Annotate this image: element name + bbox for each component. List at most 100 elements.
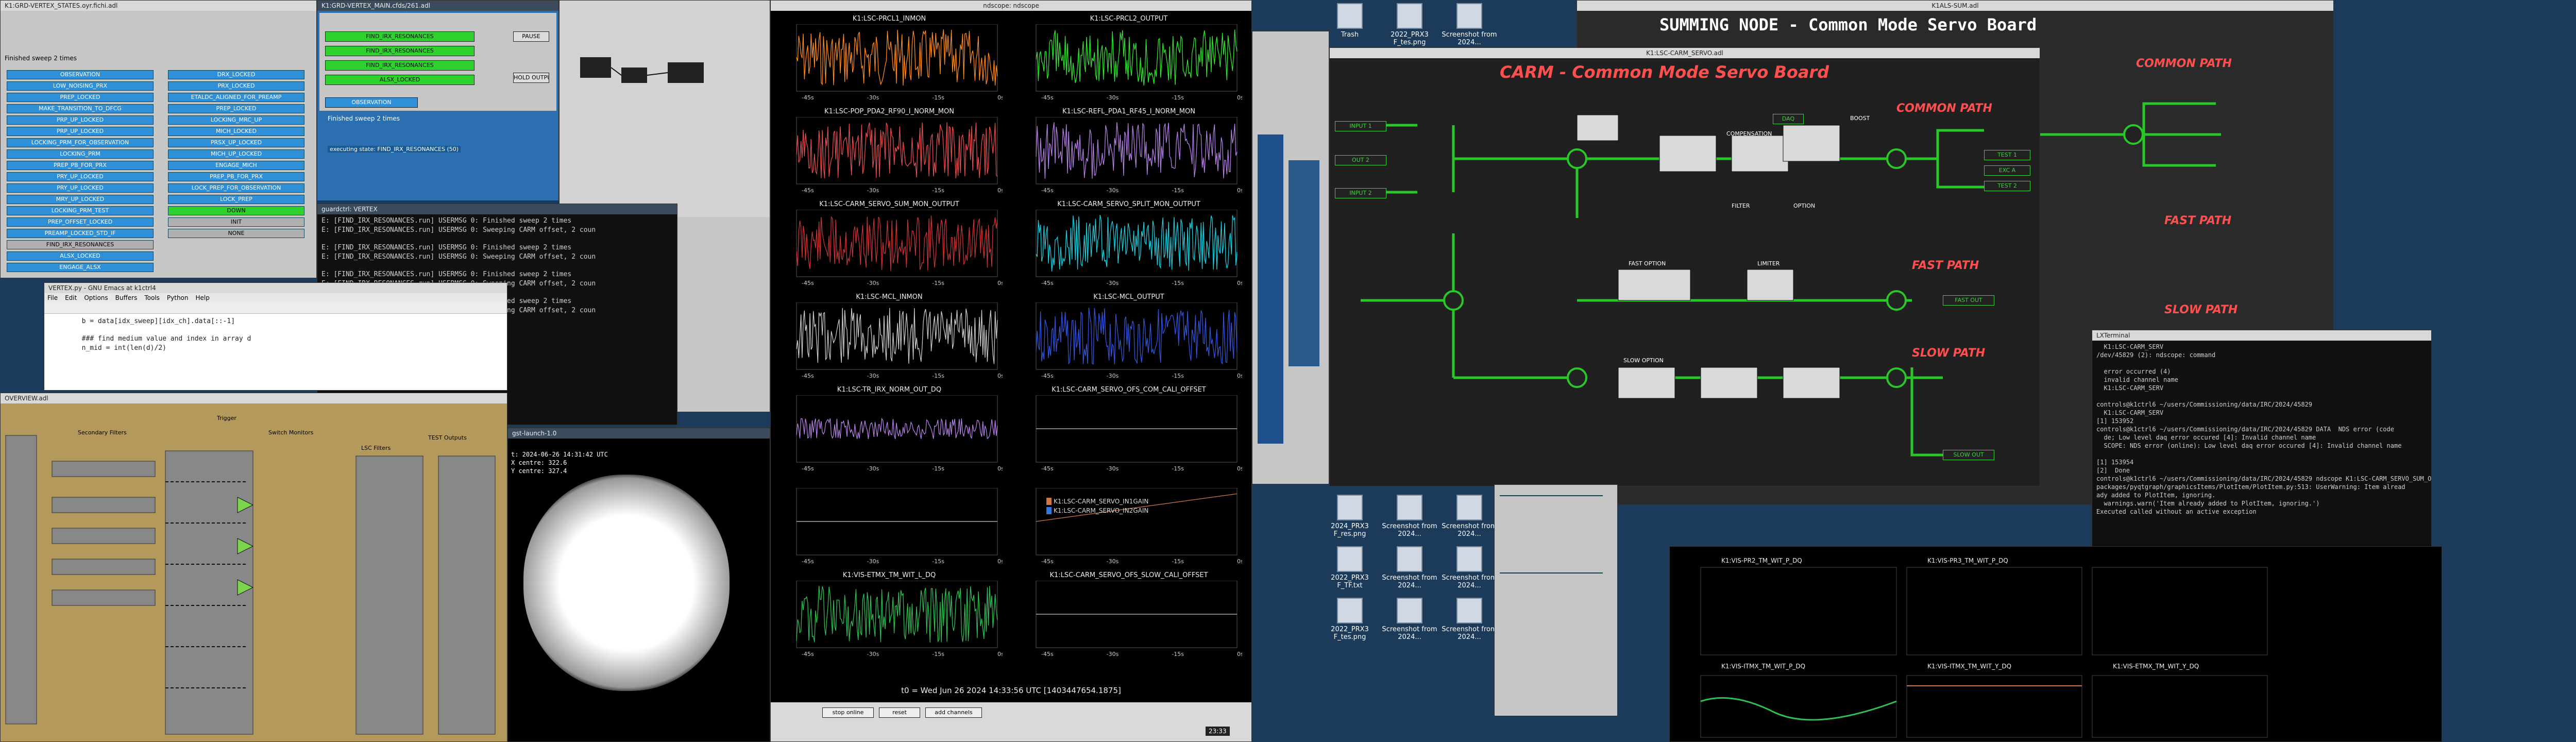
state-list-item[interactable]: PRY_UP_LOCKED [7,172,154,181]
state-list-item[interactable]: MICH_LOCKED [168,127,304,136]
scope-plot[interactable]: -45s -30s -15s 0s [776,479,1003,566]
add-channels-button[interactable]: add channels [925,707,982,718]
state-list-item[interactable]: PREP_PB_FOR_PRX [7,161,154,170]
out-2-button[interactable]: OUT 2 [1335,155,1386,165]
scope-plot[interactable]: -45s -30s -15s 0s [1015,479,1242,566]
scope-plot[interactable]: K1:LSC-CARM_SERVO_OFS_COM_CALI_OFFSET -45… [1015,386,1242,474]
plot-title: K1:LSC-MCL_INMON [856,293,923,301]
state-list-item[interactable]: NONE [168,229,304,238]
block-label: COMPENSATION [1726,130,1772,137]
menu-item[interactable]: Edit [65,294,77,301]
file-icon[interactable]: 2022_PRX3 F_tes.png [1379,3,1440,46]
file-icon[interactable]: Screenshot from 2024... [1379,546,1440,589]
scope-plot[interactable]: K1:LSC-TR_IRX_NORM_OUT_DQ -45s -30s -15s 0s [776,386,1003,474]
state-list-item[interactable]: PREP_OFFSET_LOCKED [7,217,154,227]
window-title: K1:GRD-VERTEX_MAIN.cfds/261.adl [317,1,558,11]
state-list-item[interactable]: LOCKING_PRM [7,149,154,159]
state-list-item[interactable]: MAKE_TRANSITION_TO_DFCG [7,104,154,113]
state-list-item[interactable]: MICH_UP_LOCKED [168,149,304,159]
state-button[interactable]: FIND_IRX_RESONANCES [325,46,474,56]
x-tick-label: 0s [997,558,1003,565]
input-2-button[interactable]: INPUT 2 [1335,188,1386,198]
menu-item[interactable]: Buffers [115,294,138,301]
plot-grid: K1:LSC-PRCL1_INMON-45s-30s-15s0sK1:LSC-P… [771,12,1251,682]
terminal-line: [2] Done [2096,467,2130,474]
state-list-item[interactable]: DOWN [168,206,304,215]
state-list-item[interactable]: LOCKING_MRC_UP [168,115,304,125]
file-icon[interactable]: 2024_PRX3 F_res.png [1319,495,1381,538]
vis-ndscope-window: K1:VIS-PR2_TM_WIT_P_DQ K1:VIS-PR3_TM_WIT… [1669,546,2442,742]
stop-online-button[interactable]: stop online [822,707,874,718]
pause-button[interactable]: PAUSE [513,31,549,42]
camera-info: X centre: 322.6 [511,459,567,466]
file-icon[interactable]: 2022_PRX3 F_TF.txt [1319,546,1381,589]
state-list-item[interactable]: ENGAGE_MICH [168,161,304,170]
scope-plot[interactable]: K1:LSC-MCL_OUTPUT -45s -30s -15s 0s [1015,293,1242,381]
state-list-item[interactable]: PREP_LOCKED [7,93,154,102]
state-list-item[interactable]: PRP_UP_LOCKED [7,115,154,125]
x-tick-label: -45s [802,187,814,194]
scope-plot[interactable]: K1:LSC-CARM_SERVO_OFS_SLOW_CALI_OFFSET -4… [1015,571,1242,659]
daq-button[interactable]: DAQ [1773,114,1804,124]
test-1-button[interactable]: TEST 1 [1984,150,2030,160]
fast-out-button[interactable]: FAST OUT [1943,295,1994,306]
input-1-button[interactable]: INPUT 1 [1335,121,1386,131]
file-icon[interactable]: Screenshot from 2024... [1438,598,1500,641]
menu-item[interactable]: File [47,294,58,301]
state-list-item[interactable]: FIND_IRX_RESONANCES [7,240,154,249]
state-list-item[interactable]: PREP_LOCKED [168,104,304,113]
state-list-item[interactable]: INIT [168,217,304,227]
state-list-item[interactable]: PREAMP_LOCKED_STD_IF [7,229,154,238]
plot-title: K1:LSC-TR_IRX_NORM_OUT_DQ [837,386,942,394]
file-icon[interactable]: Screenshot from 2024... [1379,598,1440,641]
scope-plot[interactable]: K1:LSC-CARM_SERVO_SPLIT_MON_OUTPUT -45s -3… [1015,200,1242,288]
menu-item[interactable]: Options [84,294,108,301]
state-list-item[interactable]: MRY_UP_LOCKED [7,195,154,204]
state-button[interactable]: FIND_IRX_RESONANCES [325,60,474,71]
state-list-item[interactable]: PRY_UP_LOCKED [7,183,154,193]
t0-label: t0 = Wed Jun 26 2024 14:33:56 UTC [14034… [901,686,1121,695]
file-icon[interactable]: 2022_PRX3 F_tes.png [1319,598,1381,641]
state-button[interactable]: ALSX_LOCKED [325,75,474,85]
hold-output-button[interactable]: HOLD OUTPUT [513,73,549,83]
state-list-item[interactable]: PRSX_UP_LOCKED [168,138,304,147]
state-list-item[interactable]: OBSERVATION [7,70,154,79]
menu-item[interactable]: Tools [144,294,160,301]
file-icon[interactable]: Screenshot from 2024... [1438,3,1500,46]
reset-button[interactable]: reset [879,707,920,718]
state-list-item[interactable]: ETALDC_ALIGNED_FOR_PREAMP [168,93,304,102]
state-list-item[interactable]: LOCKING_PRM_FOR_OBSERVATION [7,138,154,147]
state-list-item[interactable]: LOW_NOISING_PRX [7,81,154,91]
slow-out-button[interactable]: SLOW OUT [1943,450,1994,460]
scope-plot[interactable]: K1:LSC-REFL_PDA1_RF45_I_NORM_MON -45s -30s… [1015,108,1242,195]
menu-item[interactable]: Python [167,294,189,301]
file-icon[interactable]: Screenshot from 2024... [1438,495,1500,538]
scope-plot[interactable]: K1:VIS-ETMX_TM_WIT_L_DQ -45s -30s -15s 0s [776,571,1003,659]
scope-plot[interactable]: K1:LSC-PRCL1_INMON -45s -30s -15s 0s [776,15,1003,103]
state-button[interactable]: OBSERVATION [325,97,418,108]
scope-plot[interactable]: K1:LSC-MCL_INMON -45s -30s -15s 0s [776,293,1003,381]
state-list-item[interactable]: LOCK_PREP [168,195,304,204]
scope-plot[interactable]: K1:LSC-PRCL2_OUTPUT -45s -30s -15s 0s [1015,15,1242,103]
state-list-item[interactable]: PRP_UP_LOCKED [7,127,154,136]
medm-button[interactable] [1500,572,1603,574]
menu-item[interactable]: Help [196,294,210,301]
state-list-item[interactable]: PRX_LOCKED [168,81,304,91]
plot-trace [796,585,998,643]
scope-plot[interactable]: K1:LSC-POP_PDA2_RF90_I_NORM_MON -45s -30s -… [776,108,1003,195]
file-icon[interactable]: Screenshot from 2024... [1438,546,1500,589]
state-button[interactable]: FIND_IRX_RESONANCES [325,31,474,42]
state-list-item[interactable]: LOCKING_PRM_TEST [7,206,154,215]
medm-button[interactable] [1500,495,1603,496]
test-2-button[interactable]: TEST 2 [1984,181,2030,191]
file-icon[interactable]: Screenshot from 2024... [1379,495,1440,538]
state-list-right-items: DRX_LOCKED PRX_LOCKED ETALDC_ALIGNED_FOR_P… [168,70,304,240]
state-list-item[interactable]: ALSX_LOCKED [7,251,154,261]
state-list-item[interactable]: DRX_LOCKED [168,70,304,79]
scope-plot[interactable]: K1:LSC-CARM_SERVO_SUM_MON_OUTPUT -45s -30s… [776,200,1003,288]
state-list-item[interactable]: LOCK_PREP_FOR_OBSERVATION [168,183,304,193]
state-list-item[interactable]: PREP_PB_FOR_PRX [168,172,304,181]
exc-a-button[interactable]: EXC A [1984,165,2030,176]
state-list-item[interactable]: ENGAGE_ALSX [7,263,154,272]
code-editor[interactable]: b = data[idx_sweep][idx_ch].data[::-1] #… [44,314,507,356]
